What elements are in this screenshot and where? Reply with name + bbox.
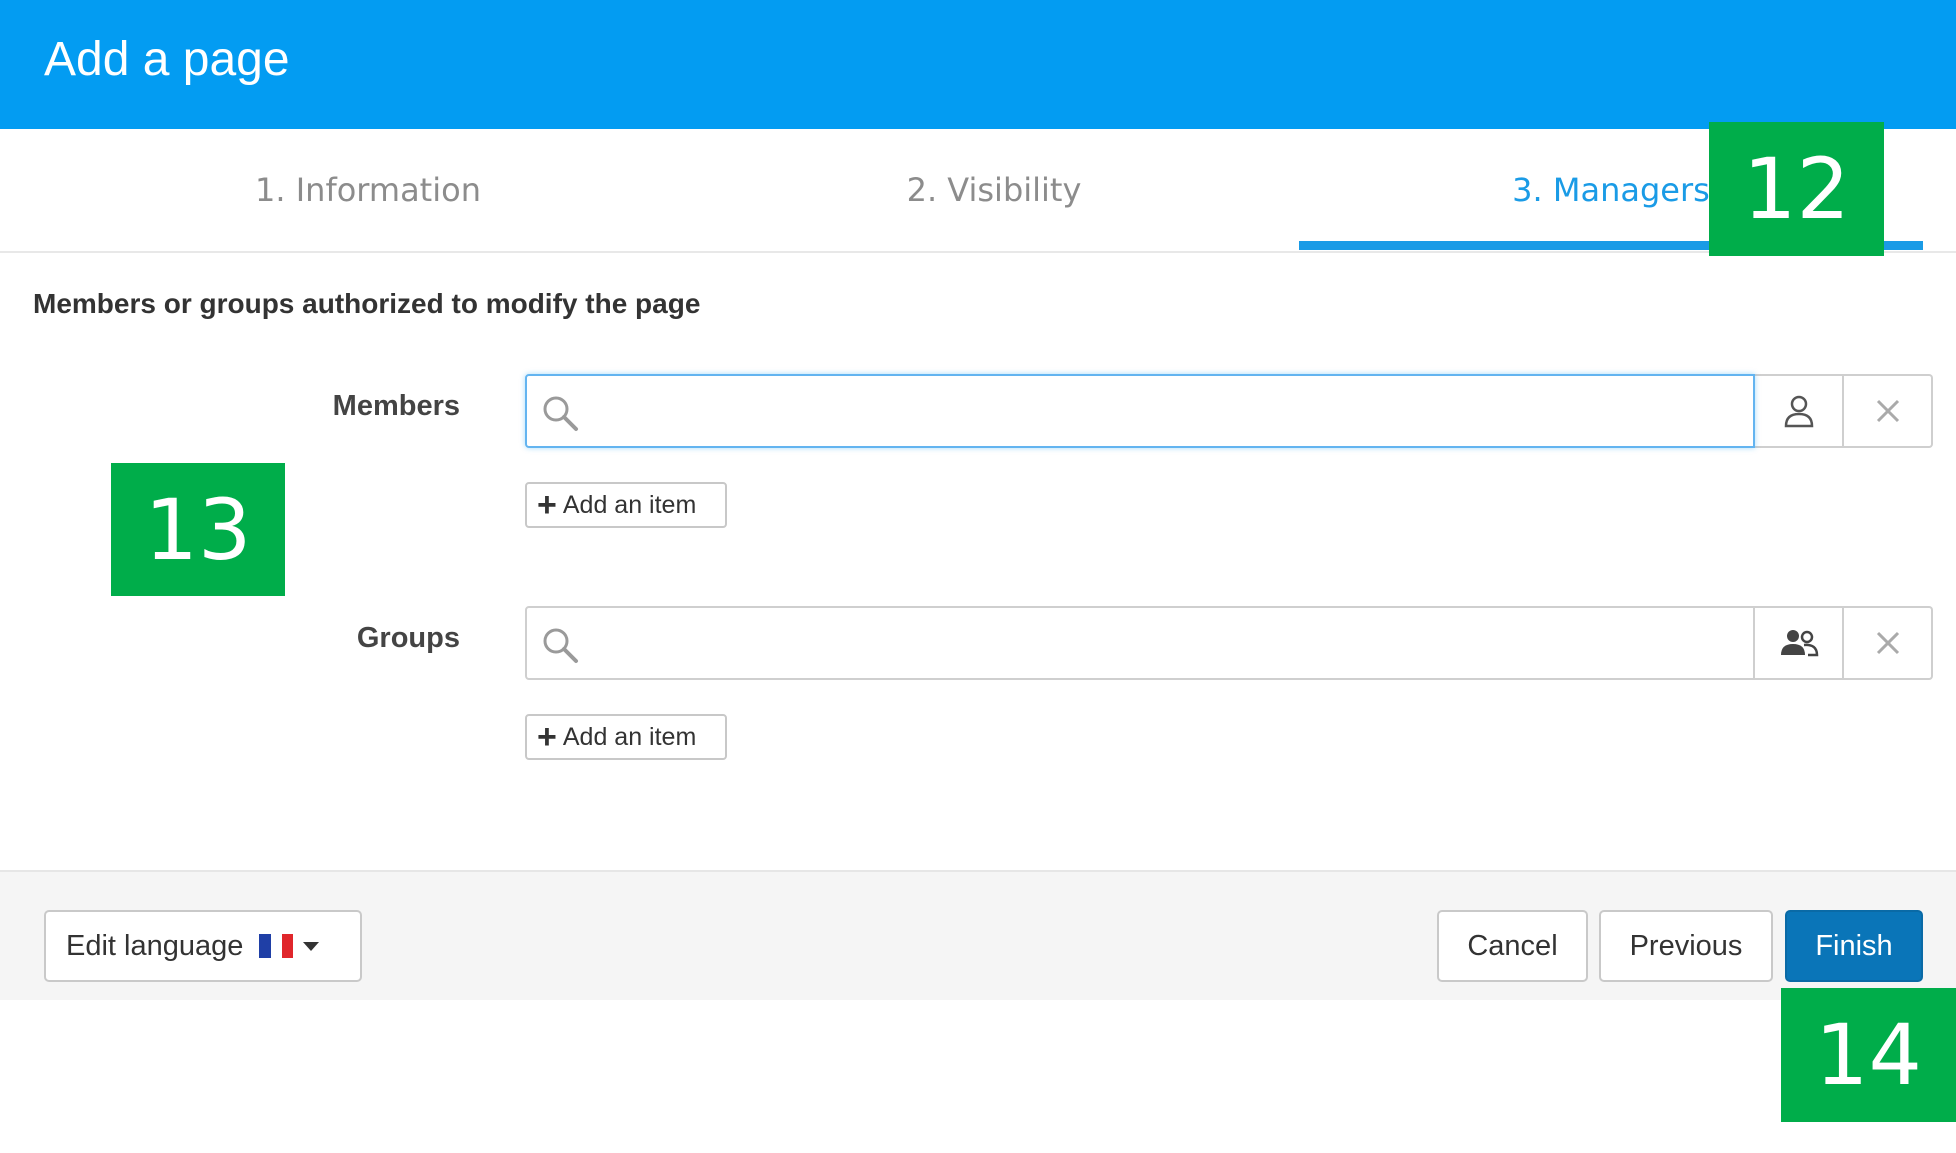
close-icon xyxy=(1876,399,1899,423)
annotation-badge-12: 12 xyxy=(1709,122,1884,256)
groups-add-item-label: Add an item xyxy=(562,722,697,751)
groups-search-input[interactable] xyxy=(593,608,1743,680)
members-search-group xyxy=(525,374,1933,448)
members-label: Members xyxy=(332,390,460,422)
groups-label: Groups xyxy=(356,622,460,654)
members-clear-button[interactable] xyxy=(1844,374,1933,448)
dialog-footer: Edit language Cancel Previous Finish xyxy=(0,870,1956,1000)
edit-language-dropdown[interactable]: Edit language xyxy=(44,910,362,982)
groups-search-box xyxy=(525,606,1755,680)
annotation-badge-13: 13 xyxy=(111,463,285,596)
search-icon xyxy=(543,396,578,431)
members-user-picker-button[interactable] xyxy=(1755,374,1844,448)
group-icon xyxy=(1780,630,1818,657)
chevron-down-icon xyxy=(303,941,320,951)
groups-search-group xyxy=(525,606,1933,680)
tab-information[interactable]: 1. Information xyxy=(56,129,680,251)
user-icon xyxy=(1784,395,1813,428)
groups-clear-button[interactable] xyxy=(1844,606,1933,680)
tab-visibility[interactable]: 2. Visibility xyxy=(682,129,1306,251)
groups-group-picker-button[interactable] xyxy=(1755,606,1844,680)
plus-icon: + xyxy=(537,486,557,524)
members-search-box xyxy=(525,374,1755,448)
members-add-item-button[interactable]: + Add an item xyxy=(525,482,727,528)
finish-button[interactable]: Finish xyxy=(1785,910,1923,982)
fr-flag-icon xyxy=(259,934,294,958)
close-icon xyxy=(1876,631,1899,655)
members-search-input[interactable] xyxy=(593,376,1743,448)
previous-button[interactable]: Previous xyxy=(1599,910,1773,982)
members-add-item-label: Add an item xyxy=(562,490,697,519)
wizard-tabs: 1. Information 2. Visibility 3. Managers xyxy=(0,129,1956,253)
edit-language-label: Edit language xyxy=(66,929,244,962)
search-icon xyxy=(543,628,578,663)
cancel-button[interactable]: Cancel xyxy=(1437,910,1588,982)
section-title: Members or groups authorized to modify t… xyxy=(33,288,701,319)
dialog-title: Add a page xyxy=(44,33,290,86)
groups-add-item-button[interactable]: + Add an item xyxy=(525,714,727,760)
plus-icon: + xyxy=(537,718,557,756)
annotation-badge-14: 14 xyxy=(1781,988,1956,1122)
dialog-header: Add a page xyxy=(0,0,1956,129)
